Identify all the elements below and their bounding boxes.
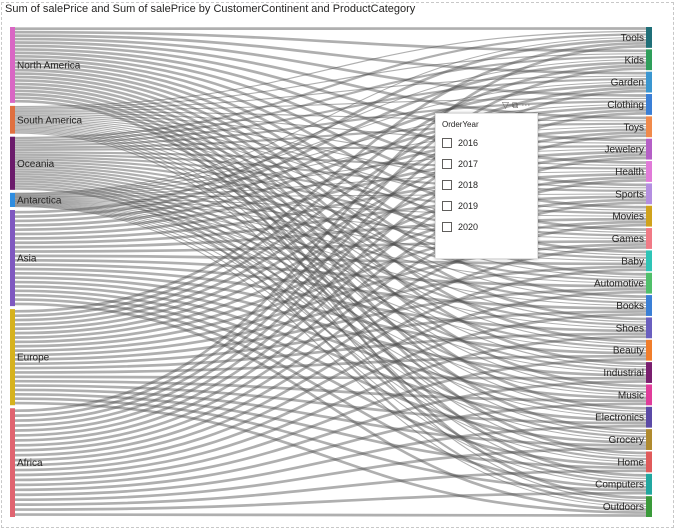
target-label-automotive: Automotive: [594, 279, 644, 290]
source-node-asia[interactable]: [10, 209, 15, 307]
source-label-north-america: North America: [17, 60, 81, 71]
target-node-electronics[interactable]: [646, 406, 652, 428]
source-label-africa: Africa: [17, 458, 43, 469]
source-label-europe: Europe: [17, 353, 50, 364]
checkbox-icon[interactable]: [442, 201, 452, 211]
slicer-option-2020[interactable]: 2020: [442, 220, 478, 234]
target-node-sports[interactable]: [646, 183, 652, 205]
target-label-beauty: Beauty: [613, 346, 644, 357]
target-node-jewelery[interactable]: [646, 138, 652, 160]
target-node-baby[interactable]: [646, 250, 652, 272]
target-node-beauty[interactable]: [646, 339, 652, 361]
target-node-books[interactable]: [646, 295, 652, 316]
target-node-shoes[interactable]: [646, 317, 652, 339]
target-label-clothing: Clothing: [607, 100, 644, 111]
target-label-games: Games: [612, 234, 644, 245]
target-label-music: Music: [618, 390, 644, 401]
target-label-home: Home: [617, 457, 644, 468]
target-node-grocery[interactable]: [646, 429, 652, 450]
target-node-kids[interactable]: [646, 49, 652, 71]
source-node-europe[interactable]: [10, 309, 15, 406]
target-label-books: Books: [616, 301, 644, 312]
target-node-movies[interactable]: [646, 205, 652, 227]
checkbox-icon[interactable]: [442, 159, 452, 169]
target-node-music[interactable]: [646, 384, 652, 406]
source-node-oceania[interactable]: [10, 136, 15, 190]
target-node-clothing[interactable]: [646, 94, 652, 115]
order-year-slicer: OrderYear 2016 2017 2018 2019 2020: [435, 113, 538, 259]
target-label-movies: Movies: [612, 212, 644, 223]
target-label-kids: Kids: [625, 55, 644, 66]
target-node-tools[interactable]: [646, 27, 652, 48]
source-node-africa[interactable]: [10, 408, 15, 517]
target-node-games[interactable]: [646, 228, 652, 249]
target-label-grocery: Grocery: [608, 435, 644, 446]
target-label-computers: Computers: [595, 480, 644, 491]
target-node-toys[interactable]: [646, 116, 652, 138]
source-label-south-america: South America: [17, 115, 82, 126]
target-node-health[interactable]: [646, 161, 652, 182]
target-label-industrial: Industrial: [603, 368, 644, 379]
sankey-chart[interactable]: North America South America Oceania Antarct…: [0, 0, 676, 531]
slicer-option-2017[interactable]: 2017: [442, 157, 478, 171]
target-node-automotive[interactable]: [646, 272, 652, 294]
sankey-links: [14, 27, 647, 517]
source-label-asia: Asia: [17, 254, 37, 265]
source-label-antarctica: Antarctica: [17, 195, 62, 206]
slicer-header: OrderYear: [442, 120, 479, 129]
checkbox-icon[interactable]: [442, 180, 452, 190]
target-node-computers[interactable]: [646, 473, 652, 495]
target-label-electronics: Electronics: [595, 413, 644, 424]
target-node-garden[interactable]: [646, 71, 652, 93]
more-options-icon[interactable]: ⋯: [521, 100, 530, 111]
focus-mode-icon[interactable]: ⧉: [512, 100, 518, 111]
target-label-toys: Toys: [623, 122, 644, 133]
target-label-baby: Baby: [621, 256, 644, 267]
sankey-link-africa-outdoors[interactable]: [14, 513, 647, 517]
target-label-jewelery: Jewelery: [605, 145, 644, 156]
checkbox-icon[interactable]: [442, 222, 452, 232]
target-node-industrial[interactable]: [646, 362, 652, 383]
target-node-home[interactable]: [646, 451, 652, 473]
target-node-outdoors[interactable]: [646, 496, 652, 517]
slicer-option-2016[interactable]: 2016: [442, 136, 478, 150]
target-label-tools: Tools: [621, 33, 644, 44]
source-node-south-america[interactable]: [10, 105, 15, 134]
checkbox-icon[interactable]: [442, 138, 452, 148]
target-label-health: Health: [615, 167, 644, 178]
slicer-option-2018[interactable]: 2018: [442, 178, 478, 192]
source-node-north-america[interactable]: [10, 27, 15, 103]
target-label-sports: Sports: [615, 189, 644, 200]
source-label-oceania: Oceania: [17, 159, 55, 170]
filter-icon[interactable]: ▽: [502, 100, 509, 111]
source-node-antarctica[interactable]: [10, 192, 15, 207]
target-label-outdoors: Outdoors: [603, 502, 644, 513]
visual-header-tools: ▽ ⧉ ⋯: [502, 100, 530, 111]
target-label-garden: Garden: [611, 78, 644, 89]
slicer-option-2019[interactable]: 2019: [442, 199, 478, 213]
target-label-shoes: Shoes: [616, 323, 644, 334]
